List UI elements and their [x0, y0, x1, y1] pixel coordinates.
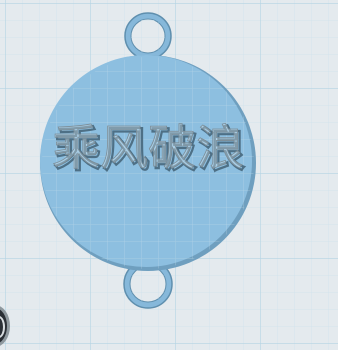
engraving-text[interactable]: 乘风破浪 [52, 120, 245, 177]
view-cube-inner [0, 316, 5, 338]
top-ring[interactable] [124, 12, 172, 60]
workplane-scene[interactable]: 乘风破浪 乘风破浪 [0, 0, 338, 350]
workplane-canvas[interactable]: 乘风破浪 乘风破浪 [0, 0, 338, 350]
